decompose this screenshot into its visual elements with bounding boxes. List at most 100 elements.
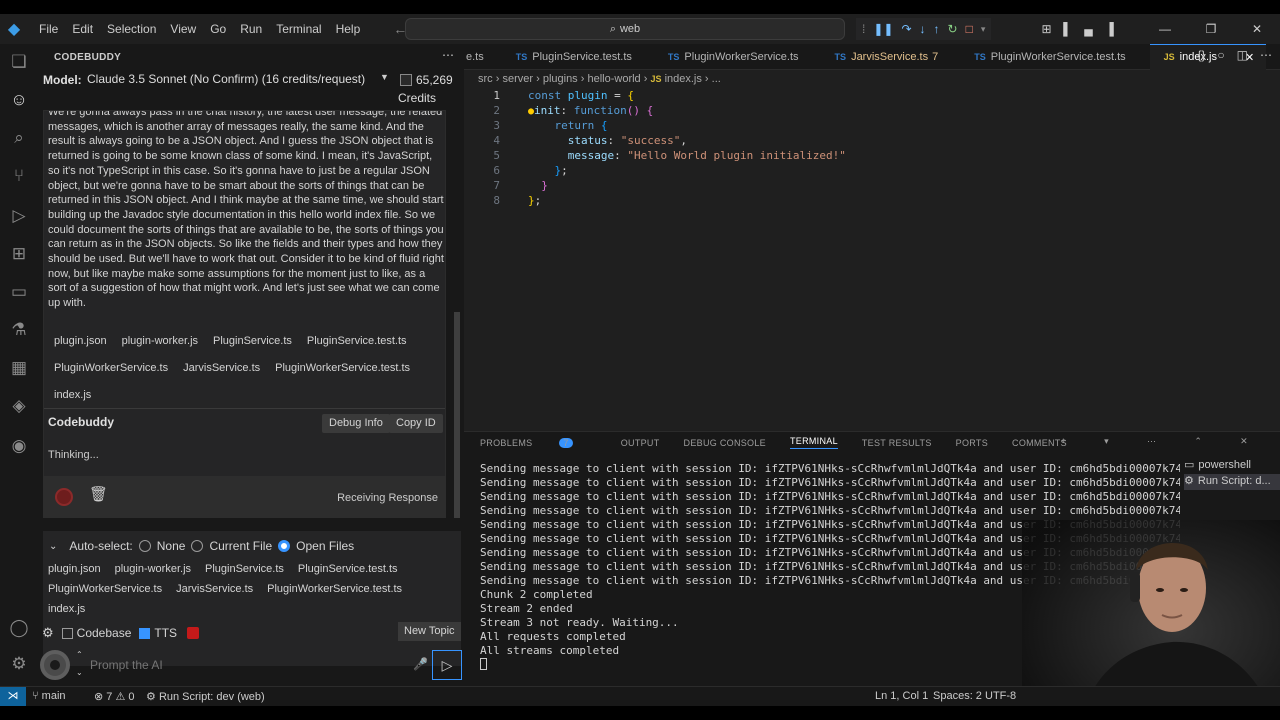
restore-icon[interactable]: ❐ [1188,22,1234,36]
new-terminal-icon[interactable]: + [1061,436,1067,447]
command-center[interactable]: ⌕ web [405,18,845,40]
file-chip[interactable]: PluginWorkerService.test.ts [269,360,419,387]
radio-none[interactable] [138,540,151,552]
tab-terminal[interactable]: TERMINAL [789,436,838,449]
voice-record-button[interactable] [40,650,70,680]
chevron-down-icon[interactable]: ⌄ [76,668,83,677]
braces-icon[interactable]: {} [1197,48,1205,62]
radio-none-label[interactable]: None [157,539,186,553]
breadcrumb-item[interactable]: ... [712,73,721,85]
breadcrumb-item[interactable]: src [478,73,493,85]
menu-help[interactable]: Help [329,14,368,44]
file-chip[interactable]: PluginService.ts [207,333,301,360]
radio-current-file-label[interactable]: Current File [209,539,272,553]
cursor-position[interactable]: Ln 1, Col 1 [875,690,928,702]
more-actions-icon[interactable]: ⋯ [442,48,454,62]
restart-icon[interactable]: ↻ [948,22,958,36]
menu-terminal[interactable]: Terminal [269,14,328,44]
collapse-chevron-icon[interactable]: ⌄ [49,541,57,552]
tab-comments[interactable]: COMMENTS [1012,438,1067,448]
tab-output[interactable]: OUTPUT [621,438,660,448]
pause-icon[interactable]: ❚❚ [873,22,893,36]
branch-status[interactable]: ⑂ main [32,690,66,702]
menu-run[interactable]: Run [233,14,269,44]
settings-gear-icon[interactable]: ⚙ [42,625,54,641]
menu-file[interactable]: File [32,14,65,44]
file-chip[interactable]: PluginService.test.ts [298,559,412,579]
stop-icon[interactable]: □ [966,22,973,36]
search-icon[interactable]: ⌕ [0,124,38,152]
file-chip[interactable]: JarvisService.ts [177,360,269,387]
close-window-icon[interactable]: ✕ [1234,22,1280,36]
codebase-label[interactable]: Codebase [77,626,132,640]
settings-gear-icon[interactable]: ⚙ [0,650,38,678]
account-icon[interactable]: ◯ [0,614,38,642]
python-icon[interactable]: ◈ [0,392,38,420]
close-panel-icon[interactable]: ✕ [1240,436,1248,447]
tab-e-ts[interactable]: e.ts [464,44,496,70]
explorer-icon[interactable]: ❏ [0,48,38,76]
code-editor[interactable]: 1 const plugin = { 2 ●init: function() { 3… [464,88,1280,431]
radio-open-files-label[interactable]: Open Files [296,539,354,553]
tab-jarvisservice[interactable]: TS JarvisService.ts 7 [823,44,963,70]
source-control-icon[interactable]: ⑂ [0,162,38,190]
testing-icon[interactable]: ⚗ [0,316,38,344]
copy-id-button[interactable]: Copy ID [389,414,443,433]
tts-checkbox[interactable] [139,627,151,639]
file-chip[interactable]: index.js [48,599,99,619]
tab-ports[interactable]: PORTS [956,438,988,448]
send-button[interactable]: ▷ [432,650,462,680]
prompt-input[interactable] [90,654,428,676]
customize-layout-icon[interactable]: ⊞ [1036,22,1057,36]
chevron-up-icon[interactable]: ⌃ [76,650,83,659]
chevron-down-icon[interactable]: ▾ [981,24,986,35]
copilot-icon[interactable]: ◉ [0,432,38,460]
encoding[interactable]: UTF-8 [985,690,1016,702]
breadcrumb-item[interactable]: hello-world [587,73,640,85]
remote-explorer-icon[interactable]: ▭ [0,278,38,306]
file-chip[interactable]: PluginService.ts [205,559,298,579]
split-editor-icon[interactable]: ◫ [1237,48,1248,62]
chevron-down-icon[interactable]: ▼ [380,72,389,82]
model-select[interactable]: Claude 3.5 Sonnet (No Confirm) (16 credi… [87,72,395,88]
docker-icon[interactable]: ▦ [0,354,38,382]
file-chip[interactable]: PluginWorkerService.ts [48,579,176,599]
chevron-down-icon[interactable]: ▾ [1104,436,1109,447]
microphone-icon[interactable]: 🎤 [413,657,428,671]
circle-icon[interactable]: ○ [1217,48,1224,62]
problems-status[interactable]: ⊗ 7 ⚠ 0 [94,690,135,703]
tts-label[interactable]: TTS [154,626,177,640]
trash-icon[interactable]: 🗑 [89,485,108,503]
step-over-icon[interactable]: ↷ [901,22,911,36]
file-chip[interactable]: plugin.json [48,333,116,360]
tab-test-results[interactable]: TEST RESULTS [862,438,932,448]
step-into-icon[interactable]: ↓ [920,22,926,36]
run-debug-icon[interactable]: ▷ [0,202,38,230]
drag-handle-icon[interactable]: ⁞ [862,22,865,36]
file-chip[interactable]: PluginService.test.ts [301,333,416,360]
toggle-secondary-sidebar-icon[interactable]: ▐ [1099,22,1120,36]
tab-debug-console[interactable]: DEBUG CONSOLE [684,438,766,448]
tab-pluginworkerservice-test[interactable]: TS PluginWorkerService.test.ts [962,44,1149,70]
file-chip[interactable]: PluginWorkerService.test.ts [267,579,416,599]
file-chip[interactable]: JarvisService.ts [176,579,267,599]
more-actions-icon[interactable]: ⋯ [1260,48,1272,62]
stop-recording-icon[interactable] [55,488,73,506]
file-chip[interactable]: plugin.json [48,559,115,579]
file-chip[interactable]: plugin-worker.js [115,559,205,579]
chat-history[interactable]: We're gonna always pass in the chat hist… [43,110,446,517]
toggle-panel-icon[interactable]: ▄ [1078,22,1099,36]
new-topic-button[interactable]: New Topic [398,622,461,641]
breadcrumb-item[interactable]: plugins [543,73,578,85]
toggle-sidebar-icon[interactable]: ▌ [1057,22,1078,36]
menu-selection[interactable]: Selection [100,14,163,44]
extensions-icon[interactable]: ⊞ [0,240,38,268]
tab-problems[interactable]: PROBLEMS 7 [480,437,597,448]
tab-pluginworkerservice[interactable]: TS PluginWorkerService.ts [656,44,823,70]
run-script-status[interactable]: ⚙ Run Script: dev (web) [146,690,265,703]
minimize-icon[interactable]: — [1142,22,1188,36]
terminal-item-powershell[interactable]: ▭ powershell [1184,458,1251,474]
tab-pluginservice-test[interactable]: TS PluginService.test.ts [496,44,656,70]
debug-info-button[interactable]: Debug Info [322,414,390,433]
indentation[interactable]: Spaces: 2 [933,690,982,702]
